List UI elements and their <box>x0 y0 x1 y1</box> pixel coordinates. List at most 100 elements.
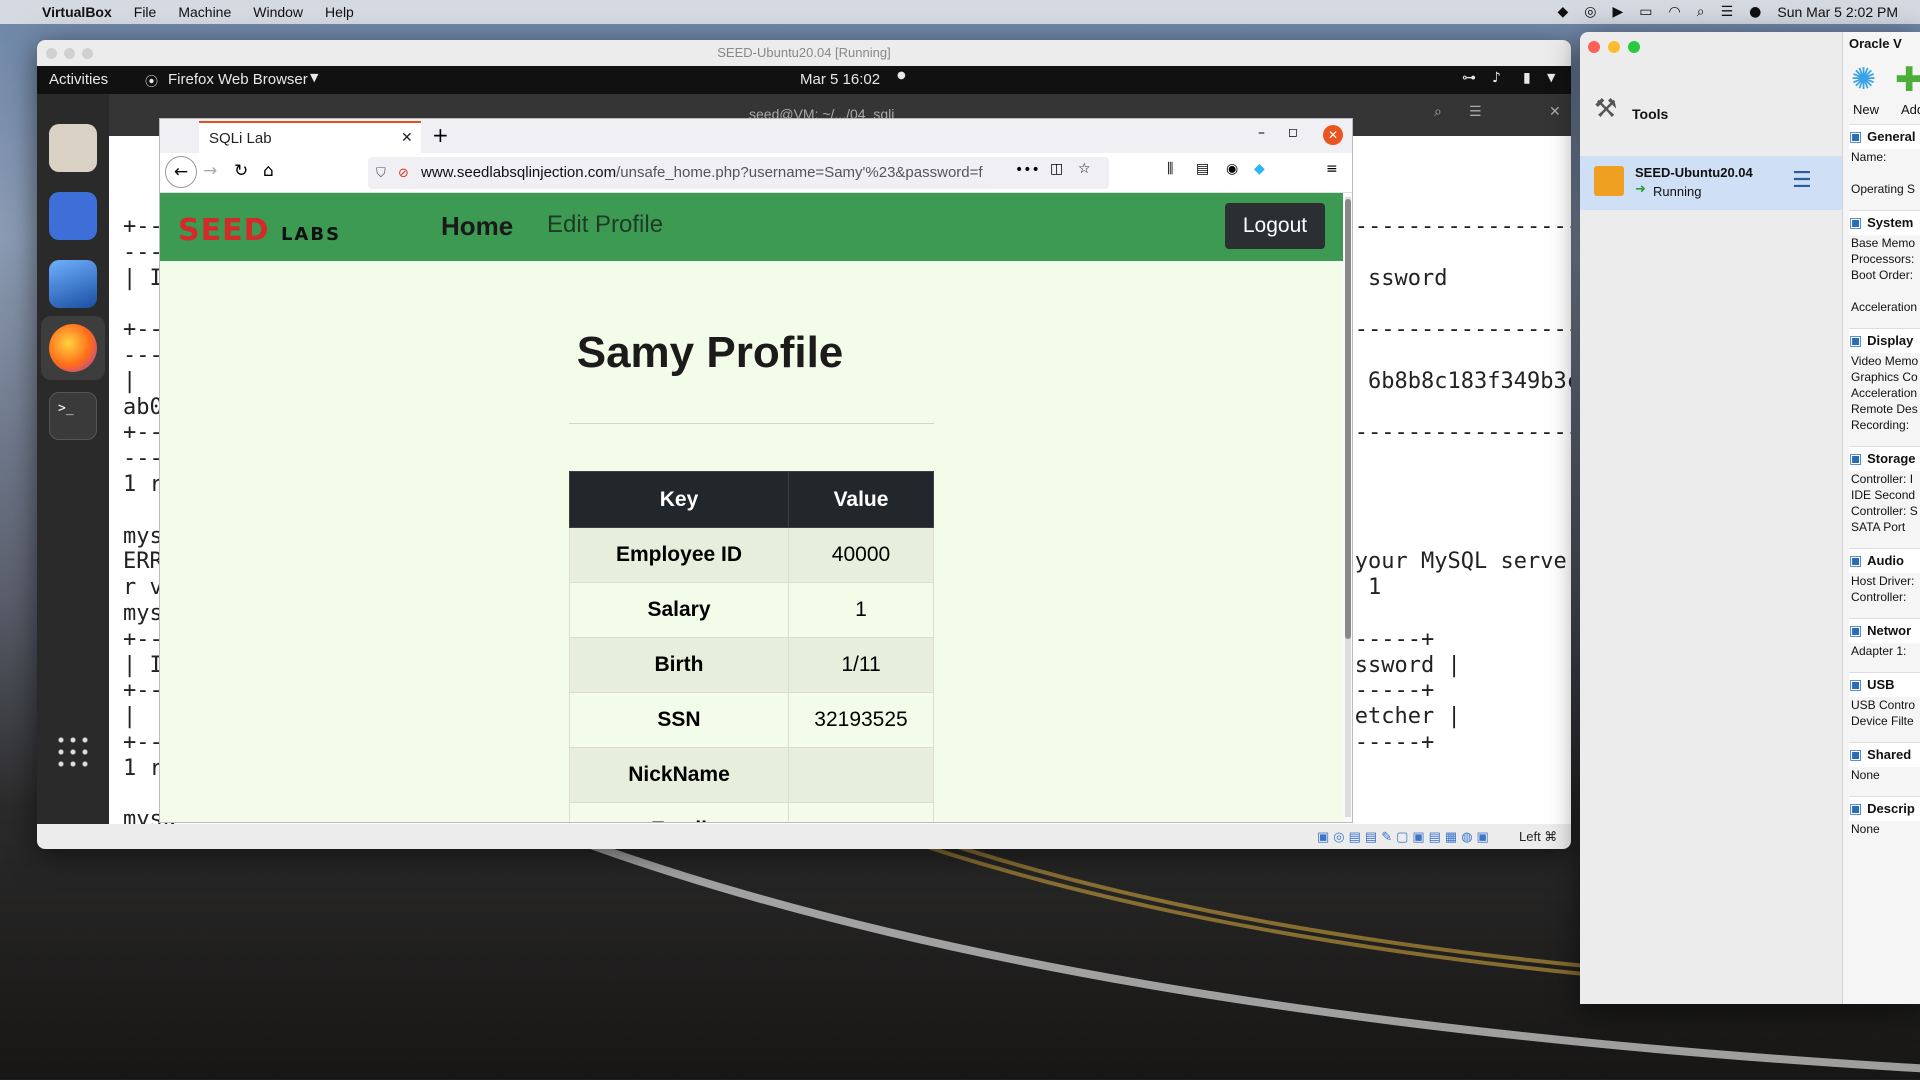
battery-icon[interactable]: ▭ <box>1639 4 1652 20</box>
nav-home-link[interactable]: Home <box>441 211 513 242</box>
nav-edit-profile-link[interactable]: Edit Profile <box>547 211 663 239</box>
row-value: 32193525 <box>788 692 934 748</box>
back-icon[interactable]: ← <box>165 156 197 188</box>
ff-maximize-icon[interactable]: ◻ <box>1288 125 1298 139</box>
tab-close-icon[interactable]: ✕ <box>401 130 413 146</box>
vm-list-item[interactable]: SEED-Ubuntu20.04 ➜ Running ☰ <box>1580 156 1842 210</box>
row-key: NickName <box>569 747 789 803</box>
new-tab-icon[interactable]: + <box>432 123 449 147</box>
section-icon: ▣ <box>1849 553 1868 569</box>
details-section-5[interactable]: ▣ Networ <box>1849 618 1920 643</box>
tab-sqli-lab[interactable]: SQLi Lab ✕ <box>199 121 421 153</box>
details-section-6[interactable]: ▣ USB <box>1849 672 1920 697</box>
show-apps-icon[interactable] <box>55 734 91 770</box>
account-icon[interactable]: ◉ <box>1226 161 1238 177</box>
wireshark-icon[interactable] <box>49 260 97 308</box>
section-row: Remote Des <box>1851 402 1918 416</box>
terminal-search-icon[interactable]: ⌕ <box>1434 104 1442 120</box>
home-icon[interactable]: ⌂ <box>263 161 274 181</box>
section-row: Processors: <box>1851 252 1915 266</box>
seed-labs-logo[interactable]: SEED LABS <box>178 213 341 248</box>
menubar-clock[interactable]: Sun Mar 5 2:02 PM <box>1777 4 1898 20</box>
section-heading: Storage <box>1867 451 1916 466</box>
wifi-icon[interactable]: ◠ <box>1669 4 1681 20</box>
terminal-menu-icon[interactable]: ☰ <box>1469 104 1482 120</box>
vm-close-button[interactable] <box>46 48 57 59</box>
ff-minimize-icon[interactable]: – <box>1258 125 1265 141</box>
network-icon[interactable]: ⊶ <box>1462 70 1476 86</box>
vbm-minimize-button[interactable] <box>1608 41 1620 53</box>
menu-window[interactable]: Window <box>253 4 303 20</box>
forward-icon[interactable]: → <box>203 161 217 181</box>
activities-button[interactable]: Activities <box>49 71 108 88</box>
details-section-3[interactable]: ▣ Storage <box>1849 446 1920 471</box>
details-section-2[interactable]: ▣ Display <box>1849 328 1920 353</box>
details-section-8[interactable]: ▣ Descrip <box>1849 796 1920 821</box>
tools-label[interactable]: Tools <box>1632 106 1668 122</box>
ubuntu-dock: >_ <box>37 94 109 824</box>
new-label[interactable]: New <box>1853 102 1879 117</box>
section-row: IDE Second <box>1851 488 1916 502</box>
files-icon[interactable] <box>49 124 97 172</box>
vbm-close-button[interactable] <box>1588 41 1600 53</box>
insecure-lock-icon[interactable]: ⊘ <box>398 166 409 181</box>
details-section-1[interactable]: ▣ System <box>1849 210 1920 235</box>
vm-minimize-button[interactable] <box>64 48 75 59</box>
details-section-7[interactable]: ▣ Shared <box>1849 742 1920 767</box>
volume-icon[interactable]: ♪ <box>1492 70 1501 86</box>
terminal-close-icon[interactable]: ✕ <box>1549 104 1561 120</box>
sidebar-icon[interactable]: ▤ <box>1196 161 1209 177</box>
play-icon[interactable]: ▶ <box>1613 4 1624 20</box>
siri-icon[interactable]: ● <box>1749 4 1761 20</box>
ff-close-icon[interactable]: ✕ <box>1323 125 1343 145</box>
vm-details-menu-icon[interactable]: ☰ <box>1792 168 1812 193</box>
app-menu[interactable]: Firefox Web Browser <box>168 71 308 88</box>
details-section-4[interactable]: ▣ Audio <box>1849 548 1920 573</box>
vm-zoom-button[interactable] <box>82 48 93 59</box>
logout-button[interactable]: Logout <box>1225 203 1325 249</box>
new-vm-icon[interactable]: ✺ <box>1851 62 1876 97</box>
vm-window-title[interactable]: SEED-Ubuntu20.04 [Running] <box>37 40 1571 66</box>
section-heading: Shared <box>1867 747 1912 762</box>
bookmark-star-icon[interactable]: ☆ <box>1078 161 1091 177</box>
vm-device-icons[interactable]: ▣◎▤▤✎▢▣▤▦◍▣ <box>1317 829 1493 845</box>
screenshot-icon[interactable] <box>49 192 97 240</box>
dropbox-icon[interactable]: ◆ <box>1558 4 1569 20</box>
extension-icon[interactable]: ◆ <box>1254 161 1265 177</box>
url-bar[interactable]: ⛉ ⊘ www.seedlabsqlinjection.com/unsafe_h… <box>368 157 1109 189</box>
reload-icon[interactable]: ↻ <box>234 161 248 181</box>
section-row: Acceleration <box>1851 300 1918 314</box>
spotlight-search-icon[interactable]: ⌕ <box>1697 4 1705 20</box>
vpn-icon[interactable]: ◎ <box>1584 4 1596 20</box>
tools-icon[interactable]: ⚒ <box>1594 94 1617 124</box>
section-icon: ▣ <box>1849 215 1868 231</box>
ubuntu-topbar: Activities ⦿ Firefox Web Browser ▼ Mar 5… <box>37 66 1571 94</box>
hamburger-menu-icon[interactable]: ≡ <box>1326 161 1338 177</box>
page-actions-icon[interactable]: ••• <box>1015 162 1040 178</box>
menu-file[interactable]: File <box>134 4 157 20</box>
section-heading: System <box>1867 215 1914 230</box>
section-icon: ▣ <box>1849 747 1868 763</box>
vm-title-text: SEED-Ubuntu20.04 [Running] <box>717 45 891 60</box>
terminal-dock-icon[interactable]: >_ <box>49 392 97 440</box>
ubuntu-vm-icon <box>1594 166 1624 196</box>
vbm-window-title: Oracle V <box>1849 36 1902 51</box>
control-center-icon[interactable]: ☰ <box>1721 4 1734 20</box>
shield-icon[interactable]: ⛉ <box>376 166 386 181</box>
url-domain: www.seedlabsqlinjection.com <box>421 164 617 181</box>
pocket-icon[interactable]: ◫ <box>1050 161 1063 177</box>
vbm-zoom-button[interactable] <box>1628 41 1640 53</box>
page-scrollbar-thumb[interactable] <box>1345 199 1351 639</box>
add-vm-icon[interactable]: ✚ <box>1895 60 1920 100</box>
menu-machine[interactable]: Machine <box>178 4 231 20</box>
library-icon[interactable]: ⫼ <box>1167 161 1173 177</box>
firefox-dock-icon[interactable] <box>49 324 97 372</box>
system-menu-chevron-icon[interactable]: ▼ <box>1547 71 1555 84</box>
table-row: Email <box>569 802 934 822</box>
battery-status-icon[interactable]: ▮ <box>1523 70 1531 86</box>
ubuntu-clock[interactable]: Mar 5 16:02 <box>800 71 880 88</box>
menu-app[interactable]: VirtualBox <box>42 4 112 20</box>
menu-help[interactable]: Help <box>325 4 354 20</box>
details-section-0[interactable]: ▣ General <box>1849 124 1920 149</box>
add-label[interactable]: Add <box>1901 102 1920 117</box>
